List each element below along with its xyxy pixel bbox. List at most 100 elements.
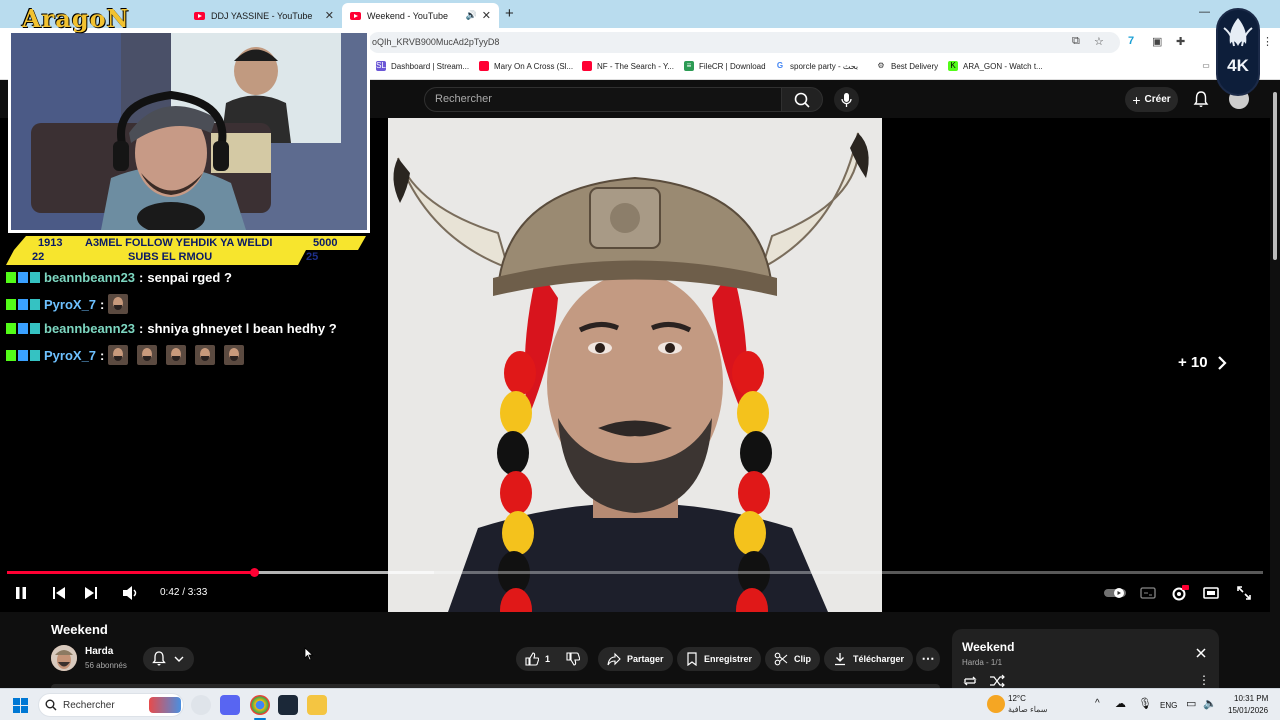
bookmark-star-icon[interactable]: ☆ (1094, 35, 1104, 48)
theater-mode-icon[interactable] (1203, 585, 1219, 601)
chat-message: beannbeann23 : senpai rged ? (6, 270, 232, 285)
windows-start-icon[interactable] (13, 698, 28, 713)
next-icon[interactable] (83, 585, 99, 601)
chat-badges (6, 298, 40, 310)
chat-message: beannbeann23 : shniya ghneyet l bean hed… (6, 321, 337, 336)
autoplay-toggle[interactable] (1104, 587, 1126, 599)
chat-separator: : (139, 270, 144, 285)
thumbs-up-icon (525, 652, 539, 666)
extension-icon[interactable]: 7 (1128, 35, 1134, 47)
loop-icon[interactable] (962, 674, 978, 688)
dislike-button[interactable] (558, 647, 588, 671)
emote-icon (195, 345, 216, 365)
bookmark-item[interactable]: K ARA_GON - Watch t... (948, 61, 1043, 71)
channel-name[interactable]: Harda (85, 646, 113, 657)
subscription-notifications-button[interactable] (143, 647, 194, 671)
tab-weekend[interactable]: Weekend - YouTube 🔊 ✕ (342, 3, 499, 28)
time-display: 0:42 / 3:33 (160, 587, 208, 598)
close-tab-icon[interactable]: ✕ (325, 9, 334, 22)
microphone-icon[interactable]: 🎙 (1138, 697, 1152, 710)
streamer-logo: AragoN (22, 4, 130, 33)
new-tab-button[interactable]: + (505, 5, 514, 22)
cloud-icon[interactable]: ☁ (1115, 697, 1126, 710)
chrome-icon[interactable] (250, 695, 270, 715)
like-count: 1 (545, 654, 551, 664)
pause-icon[interactable] (14, 585, 28, 601)
more-actions-button[interactable]: ⋯ (916, 647, 940, 671)
steam-icon[interactable] (278, 695, 298, 715)
chat-username: PyroX_7 (44, 296, 97, 312)
extension-icon[interactable]: ▣ (1152, 35, 1162, 48)
save-label: Enregistrer (704, 654, 753, 664)
scrubber-handle[interactable] (250, 568, 260, 577)
bookmark-item[interactable]: ⚙ Best Delivery (876, 61, 938, 71)
scrollbar-thumb[interactable] (1273, 92, 1277, 260)
search-icon (794, 92, 810, 108)
clock-date[interactable]: 15/01/2026 (1228, 706, 1268, 715)
settings-gear-icon[interactable] (1171, 585, 1189, 603)
voice-search-button[interactable] (834, 87, 859, 112)
search-input[interactable]: Rechercher (424, 87, 782, 112)
verified-badge-icon (18, 323, 28, 334)
minimize-button[interactable]: — (1199, 6, 1210, 18)
channel-avatar[interactable] (51, 645, 77, 671)
bookmark-item[interactable]: NF - The Search - Y... (582, 61, 674, 71)
subtitles-icon[interactable] (1140, 585, 1156, 601)
badge-text: 4K (1227, 56, 1249, 75)
moderator-badge-icon (30, 298, 40, 310)
plus-icon: + (1132, 91, 1141, 108)
create-button[interactable]: + Créer (1125, 87, 1178, 112)
playlist-title: Weekend (962, 640, 1015, 654)
bookmark-icon (687, 652, 697, 666)
extensions-puzzle-icon[interactable]: ✚ (1176, 35, 1185, 48)
page-scrollbar[interactable] (1270, 80, 1280, 688)
subscriber-count: 56 abonnés (85, 661, 127, 670)
bookmark-item[interactable]: ≡ FileCR | Download (684, 61, 766, 71)
close-icon[interactable] (1195, 647, 1207, 659)
network-icon[interactable]: ▭ (1186, 697, 1196, 710)
chevron-up-icon[interactable]: ^ (1095, 698, 1100, 709)
verified-badge-icon (18, 272, 28, 283)
discord-icon[interactable] (220, 695, 240, 715)
verified-badge-icon (18, 298, 28, 310)
volume-icon[interactable] (122, 585, 140, 601)
file-explorer-icon[interactable] (307, 695, 327, 715)
progress-bar[interactable] (7, 568, 1263, 577)
tab-label: DDJ YASSINE - YouTube (211, 10, 313, 21)
notifications-bell-icon[interactable] (1192, 90, 1210, 108)
speaker-icon[interactable]: 🔈 (1203, 697, 1217, 710)
share-label: Partager (627, 654, 664, 664)
chat-badges (6, 349, 40, 361)
share-icon (607, 652, 621, 666)
clip-button[interactable]: Clip (765, 647, 820, 671)
taskview-icon[interactable] (191, 695, 211, 715)
webcam-overlay (8, 30, 370, 233)
download-button[interactable]: Télécharger (824, 647, 914, 671)
speaker-icon[interactable]: 🔊 (466, 10, 477, 21)
more-vertical-icon[interactable]: ⋮ (1198, 673, 1210, 687)
played-bar (7, 571, 255, 574)
tab-ddj-yassine[interactable]: DDJ YASSINE - YouTube ✕ (186, 3, 342, 28)
webcam-image (11, 33, 367, 230)
bookmark-item[interactable]: Mary On A Cross (Sl... (479, 61, 573, 71)
search-button[interactable] (781, 87, 823, 112)
chat-separator: : (100, 347, 105, 363)
bookmark-item[interactable]: Gsporcle party - بحث (775, 61, 858, 71)
input-language[interactable]: ENG (1160, 701, 1177, 710)
bookmark-label: Best Delivery (891, 61, 939, 71)
fullscreen-icon[interactable] (1236, 585, 1252, 601)
url-input[interactable]: oQIh_KRVB900MucAd2pTyyD8 (368, 32, 1120, 53)
install-icon[interactable]: ⧉ (1072, 35, 1080, 48)
shuffle-icon[interactable] (989, 674, 1005, 688)
share-button[interactable]: Partager (598, 647, 673, 671)
clock-time[interactable]: 10:31 PM (1234, 694, 1268, 703)
previous-icon[interactable] (51, 585, 67, 601)
emote-row (108, 345, 245, 365)
skip-forward-button[interactable]: + 10 (1178, 354, 1228, 371)
bookmark-item[interactable]: SL Dashboard | Stream... (376, 61, 469, 71)
save-button[interactable]: Enregistrer (677, 647, 762, 671)
browser-menu-icon[interactable]: ⋮ (1262, 35, 1273, 48)
subs-goal-text: SUBS EL RMOU (128, 251, 213, 263)
close-tab-icon[interactable]: ✕ (482, 9, 491, 22)
weather-icon[interactable] (987, 695, 1005, 713)
